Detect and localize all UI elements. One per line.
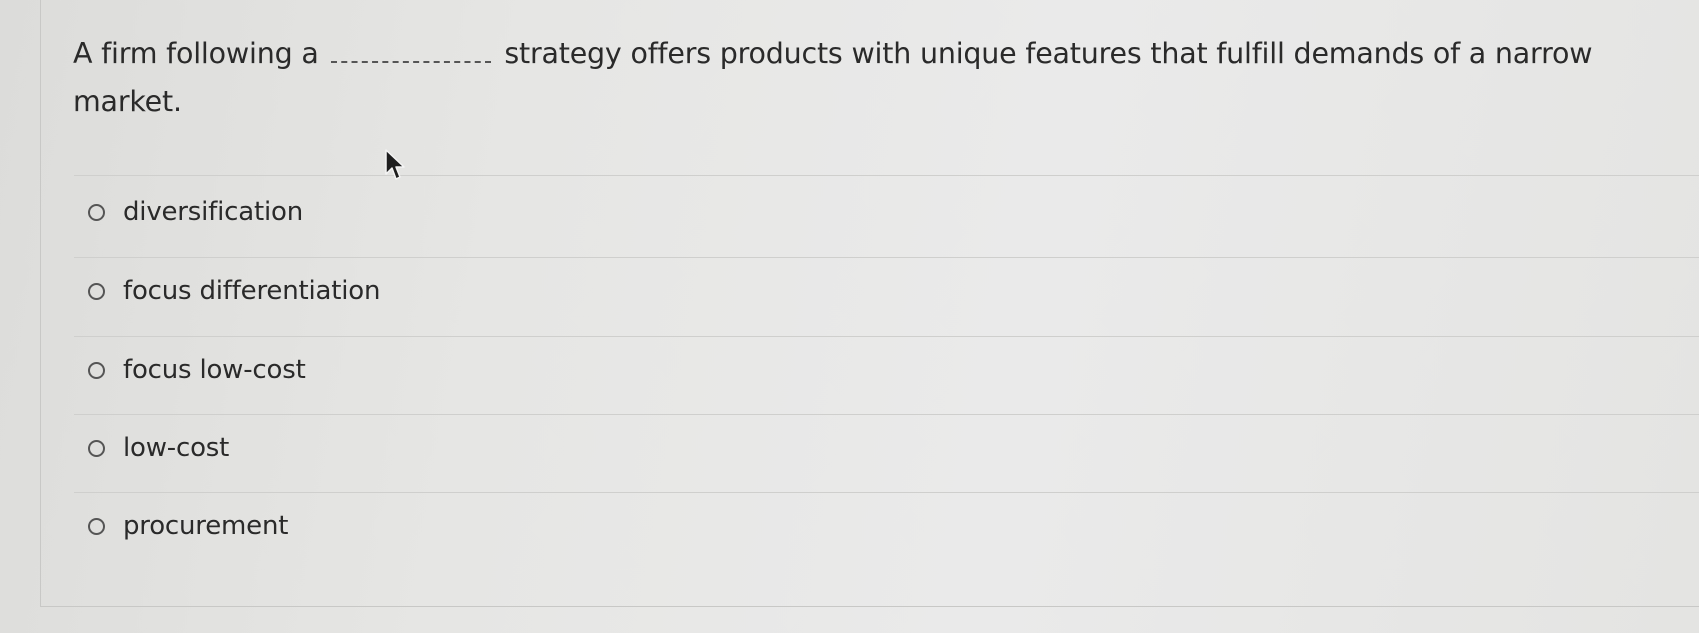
divider [74,257,1699,258]
option-low-cost[interactable]: low-cost [88,428,229,468]
divider [74,336,1699,337]
option-label: focus low-cost [123,355,306,385]
option-label: procurement [123,511,289,541]
divider [74,175,1699,176]
question-text: A firm following a strategy offers produ… [73,30,1633,126]
radio-button-icon[interactable] [88,282,105,300]
question-text-before: A firm following a [73,37,319,70]
radio-button-icon[interactable] [88,203,105,221]
option-label: focus differentiation [123,276,381,306]
radio-button-icon[interactable] [88,361,105,379]
option-label: low-cost [123,433,230,463]
divider [74,492,1699,493]
option-focus-low-cost[interactable]: focus low-cost [88,350,306,390]
divider [74,414,1699,415]
option-focus-differentiation[interactable]: focus differentiation [88,271,380,311]
option-diversification[interactable]: diversification [88,192,303,232]
option-procurement[interactable]: procurement [88,506,288,546]
mouse-pointer-icon [385,149,405,180]
radio-button-icon[interactable] [88,517,105,535]
option-label: diversification [123,197,303,227]
fill-in-blank [331,35,492,63]
radio-button-icon[interactable] [88,439,105,457]
